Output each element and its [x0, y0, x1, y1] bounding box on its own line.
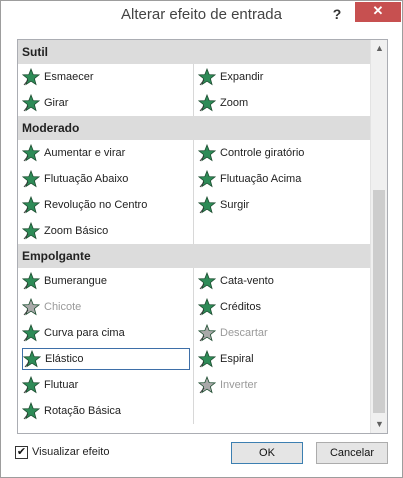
effect-item[interactable]: Rotação Básica [22, 400, 190, 422]
effect-item[interactable]: Espiral [198, 348, 358, 370]
section-header: Moderado [18, 116, 370, 140]
effect-item-label: Flutuar [44, 379, 79, 391]
dialog-window: Alterar efeito de entrada ? ✕ Sutil Esmae… [0, 0, 403, 478]
star-effect-icon [198, 350, 216, 368]
star-effect-icon [22, 272, 40, 290]
section-header: Empolgante [18, 244, 370, 268]
effect-item[interactable]: Cata-vento [198, 270, 358, 292]
effect-item[interactable]: Expandir [198, 66, 358, 88]
star-effect-icon [22, 324, 40, 342]
scroll-down-arrow-icon[interactable]: ▼ [371, 416, 387, 433]
column-divider [193, 268, 194, 424]
effect-item-label: Curva para cima [44, 327, 125, 339]
vertical-scrollbar[interactable]: ▲ ▼ [370, 40, 387, 433]
effect-item[interactable]: Descartar [198, 322, 358, 344]
effect-item-label: Zoom Básico [44, 225, 109, 237]
effect-item-label: Esmaecer [44, 71, 94, 83]
effect-item-label: Espiral [220, 353, 254, 365]
effect-item[interactable]: Flutuação Abaixo [22, 168, 190, 190]
effect-item[interactable]: Flutuar [22, 374, 190, 396]
column-divider [193, 64, 194, 116]
effect-item[interactable]: Girar [22, 92, 190, 114]
effect-item[interactable]: Zoom [198, 92, 358, 114]
scroll-up-arrow-icon[interactable]: ▲ [371, 40, 387, 57]
preview-effect-checkbox[interactable]: ✔ [15, 445, 28, 459]
cancel-button[interactable]: Cancelar [316, 442, 388, 464]
effect-item-label: Chicote [44, 301, 82, 313]
effects-list-frame: Sutil Esmaecer Expandir Girar Zoom Moderado Au… [17, 39, 388, 434]
effect-item-label: Flutuação Abaixo [44, 173, 129, 185]
effect-item[interactable]: Inverter [198, 374, 358, 396]
effect-item[interactable]: Créditos [198, 296, 358, 318]
effect-item-label: Controle giratório [220, 147, 305, 159]
effect-item[interactable]: Controle giratório [198, 142, 358, 164]
effect-item[interactable]: Curva para cima [22, 322, 190, 344]
star-effect-icon [22, 170, 40, 188]
effect-item-label: Flutuação Acima [220, 173, 302, 185]
scrollbar-thumb[interactable] [373, 190, 385, 413]
effect-item[interactable]: Elástico [22, 348, 190, 370]
star-effect-icon [198, 272, 216, 290]
effect-item[interactable]: Surgir [198, 194, 358, 216]
star-effect-icon [23, 350, 41, 368]
star-effect-icon [22, 222, 40, 240]
effect-item[interactable]: Bumerangue [22, 270, 190, 292]
effect-item-label: Revolução no Centro [44, 199, 148, 211]
effect-item[interactable]: Aumentar e virar [22, 142, 190, 164]
star-effect-icon [198, 376, 216, 394]
title-bar: Alterar efeito de entrada ? ✕ [1, 1, 402, 32]
column-divider [193, 140, 194, 244]
star-effect-icon [198, 68, 216, 86]
star-effect-icon [198, 144, 216, 162]
star-effect-icon [22, 402, 40, 420]
preview-effect-label: Visualizar efeito [32, 446, 110, 458]
ok-button[interactable]: OK [231, 442, 303, 464]
effect-item-label: Zoom [220, 97, 249, 109]
effect-item[interactable]: Flutuação Acima [198, 168, 358, 190]
star-effect-icon [198, 324, 216, 342]
effect-item-label: Surgir [220, 199, 250, 211]
star-effect-icon [22, 94, 40, 112]
effects-list: Sutil Esmaecer Expandir Girar Zoom Moderado Au… [18, 40, 370, 433]
effect-item-label: Expandir [220, 71, 264, 83]
star-effect-icon [198, 298, 216, 316]
effect-item[interactable]: Zoom Básico [22, 220, 190, 242]
star-effect-icon [22, 298, 40, 316]
effect-item-label: Elástico [45, 353, 84, 365]
effect-item-label: Cata-vento [220, 275, 274, 287]
star-effect-icon [22, 144, 40, 162]
star-effect-icon [198, 94, 216, 112]
effect-item[interactable]: Chicote [22, 296, 190, 318]
effect-item[interactable]: Esmaecer [22, 66, 190, 88]
effect-item-label: Girar [44, 97, 69, 109]
effect-item-label: Créditos [220, 301, 261, 313]
effect-item-label: Inverter [220, 379, 258, 391]
star-effect-icon [198, 170, 216, 188]
preview-effect-checkbox-row[interactable]: ✔ Visualizar efeito [15, 445, 109, 459]
close-button[interactable]: ✕ [355, 2, 401, 22]
effect-item-label: Bumerangue [44, 275, 107, 287]
star-effect-icon [22, 376, 40, 394]
effect-item[interactable]: Revolução no Centro [22, 194, 190, 216]
effect-item-label: Aumentar e virar [44, 147, 126, 159]
help-button[interactable]: ? [327, 5, 347, 25]
star-effect-icon [22, 196, 40, 214]
star-effect-icon [198, 196, 216, 214]
section-header: Sutil [18, 40, 370, 64]
effect-item-label: Rotação Básica [44, 405, 122, 417]
effect-item-label: Descartar [220, 327, 268, 339]
star-effect-icon [22, 68, 40, 86]
